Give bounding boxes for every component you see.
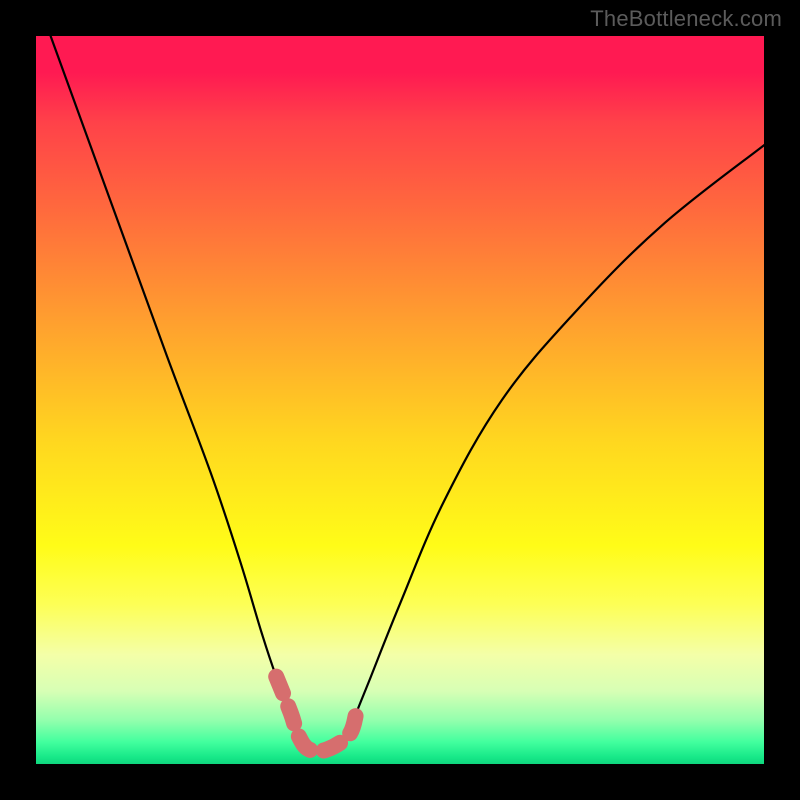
highlight-segment-path bbox=[276, 677, 356, 752]
chart-svg bbox=[36, 36, 764, 764]
watermark-text: TheBottleneck.com bbox=[590, 6, 782, 32]
bottleneck-curve-path bbox=[51, 36, 764, 751]
chart-plot-area bbox=[36, 36, 764, 764]
